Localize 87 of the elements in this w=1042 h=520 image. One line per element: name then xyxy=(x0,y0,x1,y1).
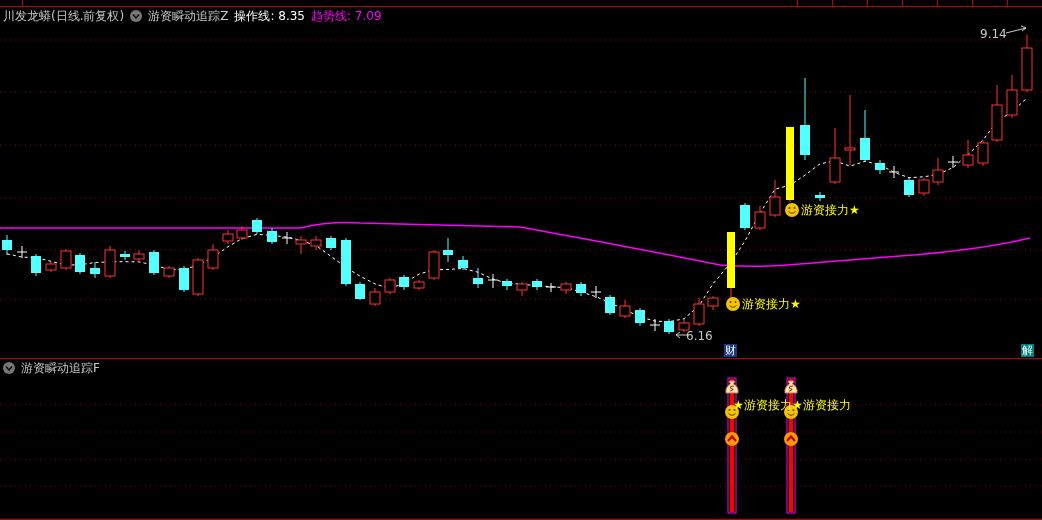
info-badge[interactable]: 财 xyxy=(724,344,737,357)
candlestick xyxy=(619,299,631,319)
candlestick xyxy=(16,245,28,259)
candlestick xyxy=(754,205,766,231)
candlestick xyxy=(222,229,234,245)
candlestick xyxy=(918,177,930,197)
candlestick xyxy=(149,249,159,276)
candlestick xyxy=(888,165,900,179)
signal-label: 游资接力★ xyxy=(801,203,860,217)
candlestick xyxy=(576,281,586,297)
candlestick xyxy=(133,249,145,263)
candlestick xyxy=(502,278,512,291)
candlestick xyxy=(815,191,825,202)
signal-label: 游资接力★ xyxy=(742,297,801,311)
candlestick xyxy=(104,245,116,279)
candlestick xyxy=(487,273,499,289)
candlestick xyxy=(295,235,307,255)
panel-title: 游资瞬动追踪F xyxy=(21,361,100,376)
candlestick xyxy=(875,159,885,175)
candlestick xyxy=(60,248,72,271)
candlestick xyxy=(560,281,572,295)
candlestick xyxy=(236,225,248,241)
candlestick xyxy=(207,243,219,271)
candlestick xyxy=(1021,34,1033,93)
candlestick xyxy=(369,287,381,307)
money-bag-icon xyxy=(784,380,798,394)
candlestick xyxy=(90,261,100,279)
candlestick xyxy=(179,265,189,293)
candlestick xyxy=(443,237,453,263)
candlestick xyxy=(740,202,750,231)
candlestick xyxy=(1006,74,1018,119)
candlestick xyxy=(678,318,690,333)
candlestick xyxy=(75,252,85,275)
candlestick xyxy=(355,281,365,301)
candlestick xyxy=(31,253,41,277)
candlestick xyxy=(769,179,781,218)
candlestick xyxy=(532,278,542,291)
indicator-value: 操作线: 8.35 xyxy=(234,9,305,23)
stock-name: 川发龙蟒(日线.前复权) xyxy=(3,9,125,23)
dropdown-icon[interactable] xyxy=(130,10,143,22)
smiley-icon xyxy=(785,203,799,217)
candlestick xyxy=(991,84,1003,143)
price-label: 9.14 xyxy=(980,27,1007,41)
candlestick xyxy=(904,177,914,198)
candlestick xyxy=(267,227,277,245)
candlestick xyxy=(664,318,674,335)
candlestick xyxy=(649,318,661,332)
money-bag-icon xyxy=(725,380,739,394)
candlestick xyxy=(428,249,440,281)
candlestick xyxy=(605,294,615,316)
indicator-name: 游资瞬动追踪Z xyxy=(148,9,229,23)
candlestick xyxy=(947,155,959,169)
candlestick xyxy=(829,127,841,185)
candlestick xyxy=(707,295,719,311)
candlestick xyxy=(458,255,468,271)
candlestick xyxy=(310,235,322,251)
candlestick xyxy=(413,279,425,291)
candlestick xyxy=(341,237,351,287)
signal-label: ★游资接力 xyxy=(792,398,851,413)
candlestick xyxy=(590,285,602,299)
indicator-value: 趋势线: 7.09 xyxy=(311,9,382,23)
candlestick xyxy=(977,139,989,167)
arrow-icon xyxy=(1005,25,1027,34)
info-badge[interactable]: 解 xyxy=(1021,344,1034,357)
candlestick xyxy=(844,94,856,166)
candlestick xyxy=(252,217,262,235)
candlestick xyxy=(860,109,870,163)
candlestick xyxy=(399,274,409,291)
dropdown-icon[interactable] xyxy=(3,362,15,375)
candlestick xyxy=(192,257,204,297)
candlestick xyxy=(326,235,336,251)
candlestick xyxy=(693,297,705,327)
candlestick xyxy=(120,250,130,261)
candlestick xyxy=(473,267,483,289)
candlestick xyxy=(545,282,557,293)
arrow-icon xyxy=(675,331,689,339)
candlestick xyxy=(962,139,974,169)
candlestick xyxy=(163,265,175,279)
smiley-icon xyxy=(726,297,740,311)
candlestick xyxy=(516,281,528,297)
candlestick xyxy=(384,277,396,295)
candlestick xyxy=(635,307,645,327)
candlestick xyxy=(45,261,57,273)
candlestick xyxy=(281,231,293,245)
candlestick xyxy=(932,157,944,186)
candlestick xyxy=(2,234,12,256)
price-label: 6.16 xyxy=(686,329,713,343)
